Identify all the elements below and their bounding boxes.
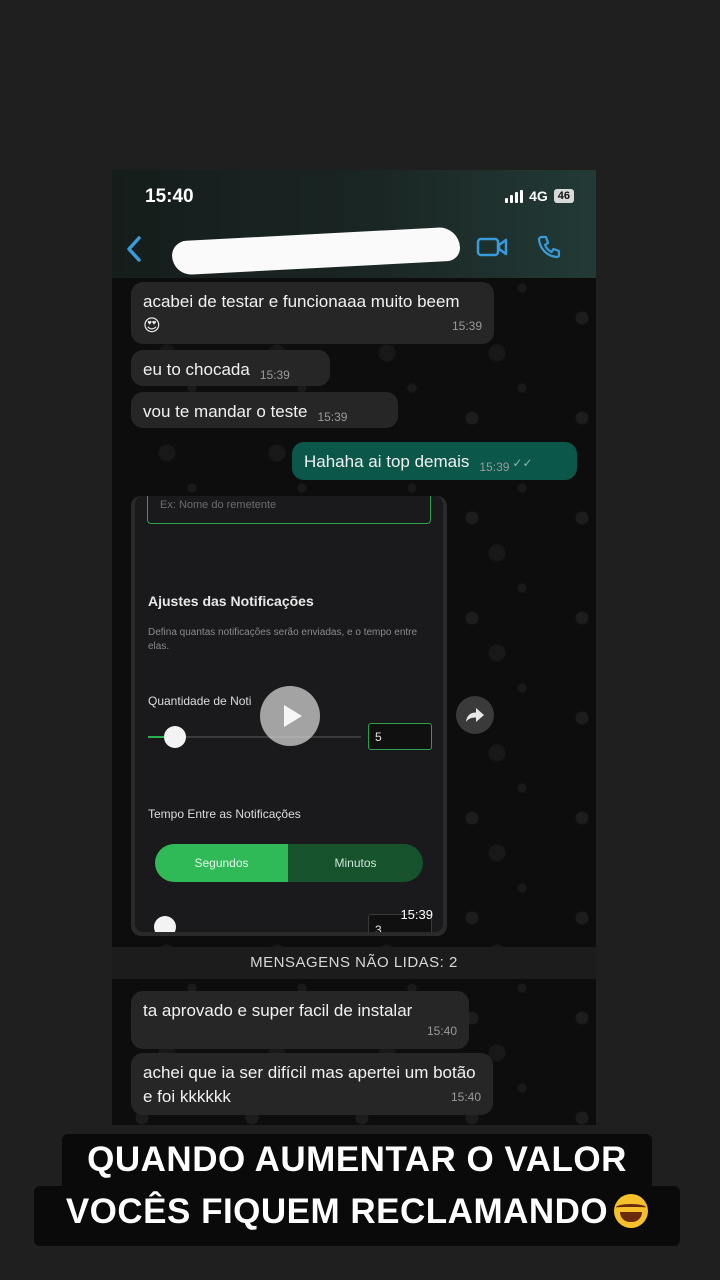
unread-messages-banner: MENSAGENS NÃO LIDAS: 2 <box>112 947 596 979</box>
message-text: achei que ia ser difícil mas apertei um … <box>143 1063 476 1106</box>
forward-icon[interactable] <box>456 696 494 734</box>
contact-info[interactable]: online <box>171 226 462 276</box>
status-indicators: 4G 46 <box>505 188 574 204</box>
thumbnail-slider2-thumb <box>154 916 176 932</box>
chat-header: 15:40 4G 46 online <box>112 170 596 278</box>
thumbnail-quantity-box: 5 <box>368 723 432 750</box>
play-icon[interactable] <box>260 686 320 746</box>
thumbnail-tempo-label: Tempo Entre as Notificações <box>148 807 301 821</box>
message-text: ta aprovado e super facil de instalar <box>143 1001 413 1020</box>
caption-line-2: VOCÊS FIQUEM RECLAMANDO <box>65 1192 609 1231</box>
thumbnail-placeholder: Ex: Nome do remetente <box>160 499 277 511</box>
phone-screen: 15:40 4G 46 online acabei de testar e fu… <box>112 170 596 1125</box>
message-time: 15:40 <box>426 1024 457 1038</box>
signal-icon <box>505 189 524 203</box>
message-time: 15:39 <box>479 460 510 474</box>
thumbnail-description: Defina quantas notificações serão enviad… <box>148 627 418 652</box>
message-time: 15:39 <box>451 319 482 333</box>
redaction-scribble <box>171 226 461 276</box>
video-time: 15:39 <box>400 907 433 922</box>
thumbnail-slider-thumb <box>164 726 186 748</box>
message-bubble-incoming[interactable]: achei que ia ser difícil mas apertei um … <box>131 1053 493 1115</box>
message-time: 15:39 <box>317 410 348 424</box>
caption-line-2-bg: VOCÊS FIQUEM RECLAMANDO <box>34 1186 680 1246</box>
video-call-icon[interactable] <box>476 236 508 258</box>
message-time: 15:40 <box>450 1090 481 1104</box>
message-text: Hahaha ai top demais <box>304 452 470 471</box>
laughing-emoji-icon <box>614 1194 649 1228</box>
message-bubble-incoming[interactable]: vou te mandar o teste 15:39 <box>131 392 398 428</box>
message-text: eu to chocada <box>143 360 250 379</box>
caption-line-2-wrap: VOCÊS FIQUEM RECLAMANDO <box>34 1186 680 1238</box>
read-receipt-icon: ✓✓ <box>512 456 533 470</box>
thumbnail-title: Ajustes das Notificações <box>148 593 314 609</box>
forward-arrow-glyph <box>466 708 484 722</box>
thumbnail-second-value: 3 <box>375 923 382 932</box>
video-message[interactable]: Ex: Nome do remetente Ajustes das Notifi… <box>131 496 447 936</box>
message-bubble-incoming[interactable]: acabei de testar e funcionaaa muito beem… <box>131 282 494 344</box>
message-text: vou te mandar o teste <box>143 402 308 421</box>
thumbnail-seg-minutes: Minutos <box>288 844 423 882</box>
message-bubble-incoming[interactable]: eu to chocada 15:39 <box>131 350 330 386</box>
network-type: 4G <box>529 188 548 204</box>
phone-call-icon[interactable] <box>536 234 562 260</box>
thumbnail-quantity-value: 5 <box>375 730 382 744</box>
back-arrow-icon[interactable] <box>124 234 144 264</box>
thumbnail-quantity-label: Quantidade de Noti <box>148 694 252 708</box>
thumbnail-segmented-control: Segundos Minutos <box>155 844 423 882</box>
message-time: 15:39 <box>259 368 290 382</box>
caption-line-1: QUANDO AUMENTAR O VALOR <box>87 1140 627 1179</box>
thumbnail-seg-seconds: Segundos <box>155 844 288 882</box>
message-text: acabei de testar e funcionaaa muito beem… <box>143 292 460 335</box>
thumbnail-sender-field: Ex: Nome do remetente <box>147 496 431 524</box>
battery-icon: 46 <box>553 189 574 203</box>
status-time: 15:40 <box>145 186 194 207</box>
caption-line-1-bg: QUANDO AUMENTAR O VALOR <box>62 1134 652 1190</box>
message-bubble-incoming[interactable]: ta aprovado e super facil de instalar 15… <box>131 991 469 1049</box>
message-bubble-outgoing[interactable]: Hahaha ai top demais 15:39 ✓✓ <box>292 442 577 480</box>
